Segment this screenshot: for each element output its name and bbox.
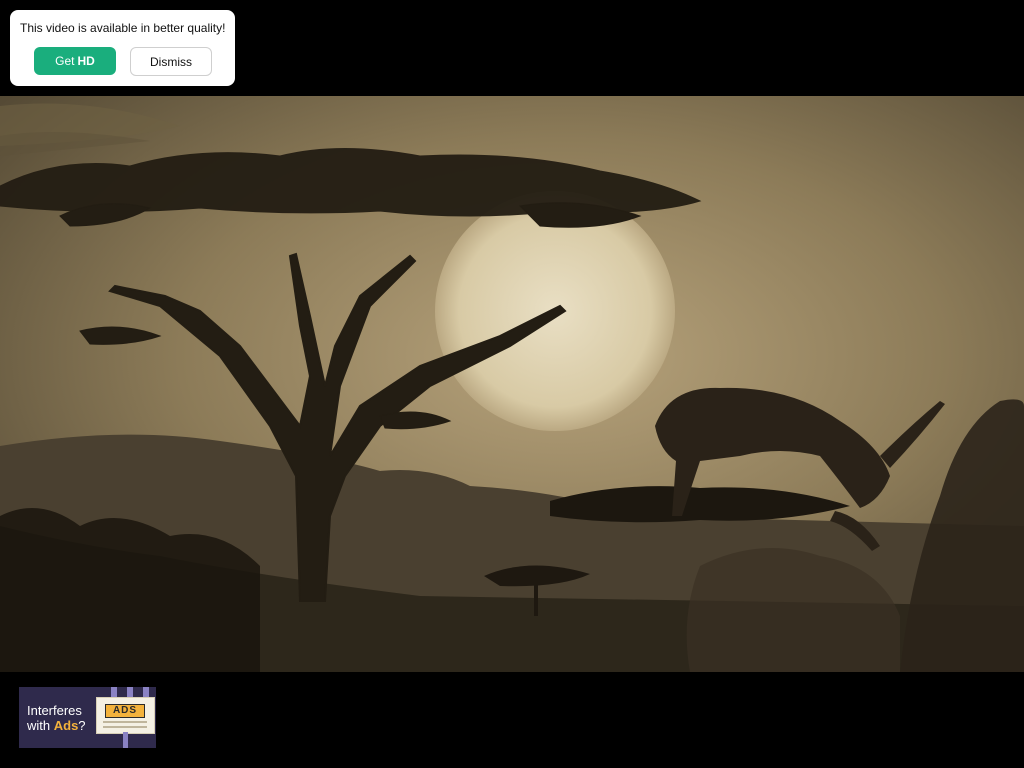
ads-card-lines: [103, 721, 147, 731]
ad-text-prefix: with: [27, 718, 54, 733]
plug-icon: [143, 687, 149, 697]
ads-badge: ADS: [105, 704, 145, 718]
ad-banner[interactable]: Interferes with Ads? ADS: [19, 687, 156, 748]
plug-icon: [127, 687, 133, 697]
video-player[interactable]: [0, 96, 1024, 672]
plug-icon: [111, 687, 117, 697]
cable-icon: [123, 732, 128, 748]
video-frame: [0, 96, 1024, 672]
get-hd-button[interactable]: Get HD: [34, 47, 116, 75]
quality-notification: This video is available in better qualit…: [10, 10, 235, 86]
quality-message: This video is available in better qualit…: [20, 21, 226, 35]
dismiss-button[interactable]: Dismiss: [130, 47, 212, 76]
ad-text-line2: with Ads?: [27, 718, 86, 733]
ad-text-suffix: ?: [78, 718, 86, 733]
hd-label: HD: [77, 54, 95, 68]
ad-text-accent: Ads: [53, 718, 79, 733]
ads-card-icon: ADS: [96, 697, 155, 734]
get-hd-label: Get: [55, 54, 75, 68]
dismiss-label: Dismiss: [150, 54, 192, 69]
ad-text-line1: Interferes: [27, 703, 82, 718]
